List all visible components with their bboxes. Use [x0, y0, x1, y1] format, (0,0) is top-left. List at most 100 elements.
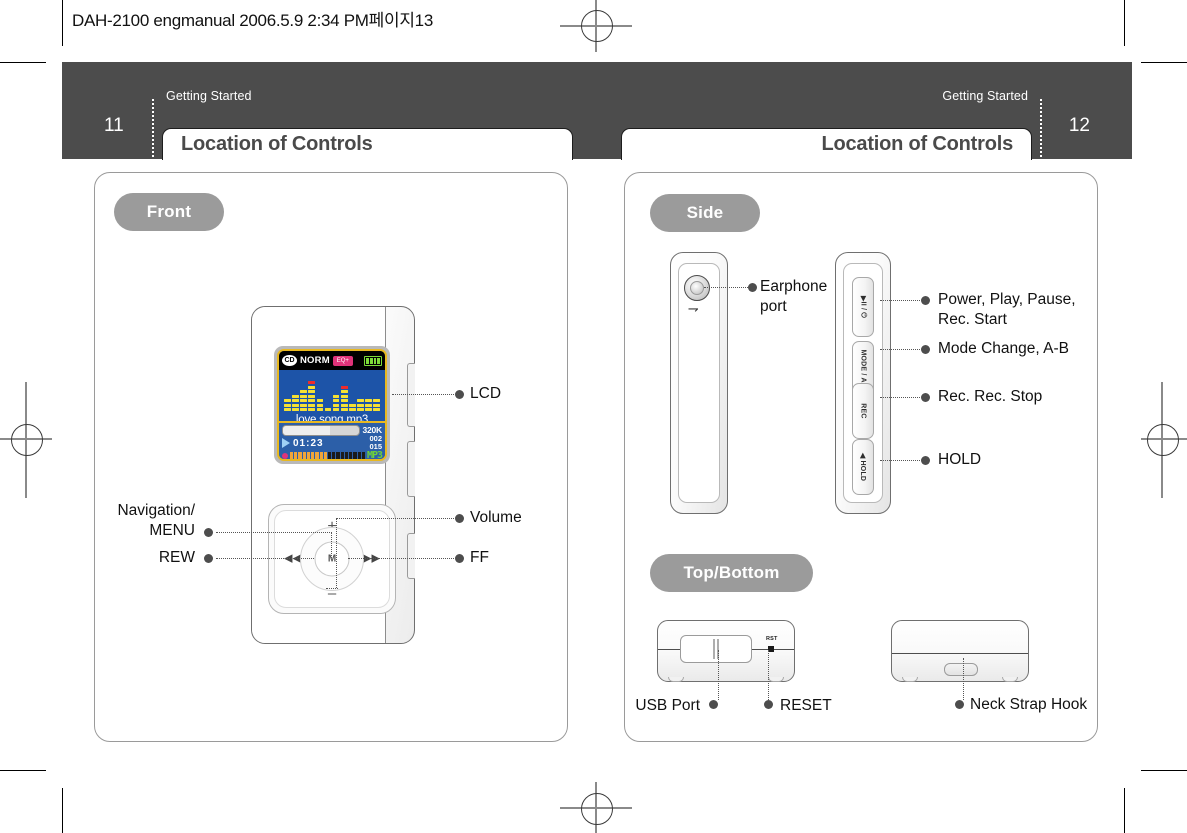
crop-mark-bottom-right-v [1124, 788, 1126, 833]
eq-column [300, 375, 307, 411]
hold-switch[interactable]: ◀ HOLD [852, 439, 874, 495]
crop-mark-bottom-right-h [1141, 770, 1187, 772]
left-page-header: 11 Getting Started Location of Controls [62, 62, 597, 160]
rew-button-icon[interactable]: ◀◀ [284, 553, 301, 565]
right-page-header: 12 Getting Started Location of Controls [597, 62, 1132, 160]
callout-dot-hold [921, 456, 930, 465]
device-side-notch-mid [407, 441, 415, 497]
callout-volume: Volume [470, 509, 522, 526]
leader-lcd [392, 394, 454, 395]
crop-mark-bottom-left-h [0, 770, 46, 772]
lcd-screen: CD NORM EQ+ love song.mp3 320K 01:23 002… [274, 346, 390, 464]
front-badge: Front [114, 193, 224, 231]
play-icon [282, 438, 290, 448]
right-page-title: Location of Controls [621, 128, 1032, 160]
leader-rec [880, 397, 920, 398]
leader-power [880, 300, 920, 301]
ff-button-icon[interactable]: ▶▶ [363, 553, 380, 565]
file-slug-text: DAH-2100 engmanual 2006.5.9 2:34 PM페이지13 [72, 11, 433, 30]
leader-rew [216, 558, 314, 559]
eq-column [349, 375, 356, 411]
eq-column [332, 375, 340, 411]
leader-mode [880, 349, 920, 350]
lcd-status-bar: CD NORM EQ+ [279, 351, 385, 370]
repeat-mode-icon: CD [282, 355, 297, 366]
leader-hold [880, 460, 920, 461]
eq-column [340, 375, 348, 411]
callout-dot-rew [204, 554, 213, 563]
neck-strap-hook-slot [944, 663, 978, 676]
top-device-seam [892, 653, 1028, 654]
lcd-progress-row: 320K [282, 424, 382, 436]
callout-dot-usb [709, 700, 718, 709]
registration-mark-left [0, 382, 52, 498]
callout-rew: REW [158, 549, 195, 566]
device-side-notch-top [407, 363, 415, 427]
lcd-mode-label: NORM [300, 355, 330, 366]
top-device-foot-right [1002, 677, 1018, 682]
callout-dot-power [921, 296, 930, 305]
eq-column [365, 375, 372, 411]
lcd-bitrate: 320K [362, 425, 382, 435]
lcd-track-counter: 002 015 [369, 435, 382, 451]
rec-button[interactable]: REC [852, 383, 874, 439]
leader-volume [336, 518, 454, 519]
registration-mark-top [560, 0, 632, 52]
navigation-pad-surface[interactable]: + – ◀◀ ▶▶ M [274, 510, 390, 608]
battery-icon [364, 355, 382, 366]
callout-ff: FF [470, 549, 489, 566]
right-page-number: 12 [1068, 115, 1090, 136]
callout-mode-change: Mode Change, A-B [938, 340, 1069, 357]
leader-volume-vertical [336, 518, 337, 588]
lcd-display-area: CD NORM EQ+ love song.mp3 320K 01:23 002… [277, 349, 387, 461]
lcd-playback-info: 320K 01:23 002 015 MP3 [279, 421, 385, 459]
lcd-progress-bar [282, 424, 361, 436]
lcd-time-row: 01:23 002 015 [282, 435, 382, 451]
volume-icon [282, 452, 288, 459]
callout-hold: HOLD [938, 451, 982, 468]
callout-earphone-port: Earphone port [760, 278, 828, 315]
side-device-earphone: ↾ [670, 252, 728, 514]
left-header-divider [152, 99, 154, 157]
equalizer-icon: EQ+ [332, 355, 353, 366]
leader-usb [718, 650, 719, 700]
callout-dot-volume [455, 514, 464, 523]
earphone-port-marking-icon: ↾ [685, 303, 701, 315]
leader-earphone [704, 287, 748, 288]
callout-dot-mode [921, 345, 930, 354]
crop-mark-top-right-h [1141, 62, 1187, 64]
left-section-kicker: Getting Started [166, 89, 252, 103]
power-play-pause-button[interactable]: ▶II / ⏻ [852, 277, 874, 337]
left-page-title: Location of Controls [162, 128, 573, 160]
bottom-device-foot-right [768, 677, 784, 682]
eq-column [373, 375, 380, 411]
manual-page-spread: DAH-2100 engmanual 2006.5.9 2:34 PM페이지13… [0, 0, 1187, 833]
right-section-kicker: Getting Started [942, 89, 1028, 103]
registration-mark-right [1141, 382, 1187, 498]
leader-reset [768, 650, 769, 700]
leader-neck-strap [963, 658, 964, 700]
lcd-spectrum-analyzer [284, 375, 380, 411]
navigation-pad[interactable]: + – ◀◀ ▶▶ M [268, 504, 396, 614]
leader-ff [348, 558, 454, 559]
callout-lcd: LCD [470, 385, 502, 402]
callout-dot-reset [764, 700, 773, 709]
top-bottom-badge: Top/Bottom [650, 554, 813, 592]
hold-switch-label: ◀ HOLD [859, 452, 866, 482]
lcd-volume-row: MP3 [282, 450, 383, 459]
top-device-foot-left [902, 677, 918, 682]
menu-button[interactable]: M [314, 541, 350, 577]
callout-power-play-pause: Power, Play, Pause, Rec. Start [938, 291, 1076, 328]
crop-mark-bottom-left-v [62, 788, 64, 833]
right-header-divider [1040, 99, 1042, 157]
crop-mark-top-left-h [0, 62, 46, 64]
leader-minus-to-volume [326, 588, 338, 589]
callout-dot-neck-strap [955, 700, 964, 709]
callout-dot-ff [455, 554, 464, 563]
reset-marking-label: RST [766, 636, 778, 642]
side-badge: Side [650, 194, 760, 232]
callout-neck-strap-hook: Neck Strap Hook [970, 696, 1088, 713]
eq-column [308, 375, 315, 411]
rec-button-label: REC [859, 403, 867, 419]
usb-port-slot [680, 635, 752, 663]
